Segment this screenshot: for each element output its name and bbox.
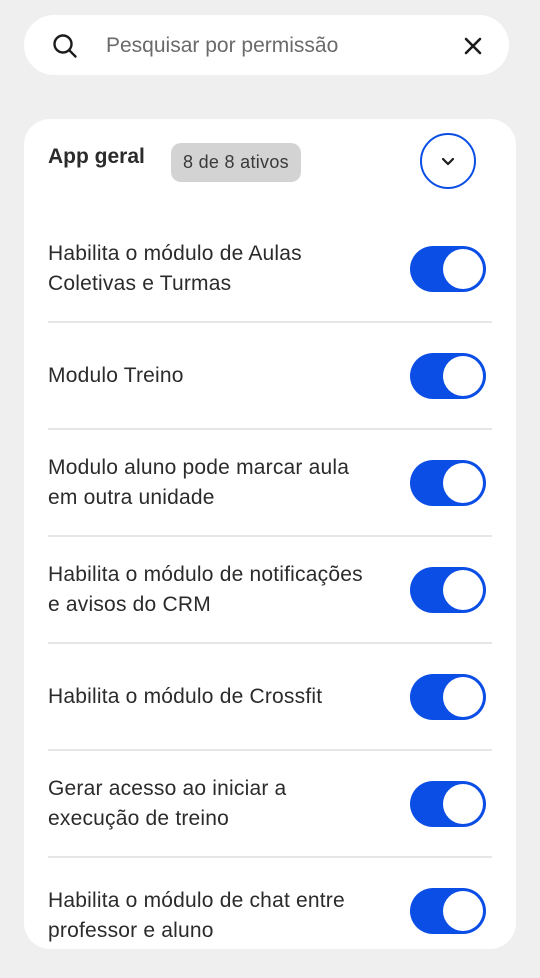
group-title: App geral	[48, 145, 145, 168]
permission-row: Habilita o módulo de Aulas Coletivas e T…	[48, 216, 492, 323]
permission-row: Modulo aluno pode marcar aula em outra u…	[48, 430, 492, 537]
toggle-knob	[443, 569, 483, 610]
permission-label: Habilita o módulo de Crossfit	[48, 684, 323, 708]
permission-row: Habilita o módulo de notificações e avis…	[48, 537, 492, 644]
close-icon[interactable]	[460, 33, 486, 59]
toggle-knob	[443, 891, 483, 931]
permission-label: Modulo Treino	[48, 363, 184, 387]
permission-toggle[interactable]	[410, 888, 486, 934]
toggle-knob	[443, 783, 483, 824]
permission-label: Habilita o módulo de Aulas Coletivas e T…	[48, 241, 302, 295]
search-input[interactable]	[104, 27, 448, 65]
permission-toggle[interactable]	[410, 673, 486, 720]
permission-toggle[interactable]	[410, 352, 486, 399]
toggle-knob	[443, 355, 483, 396]
permission-group-card: App geral 8 de 8 ativos Habilita o módul…	[24, 119, 516, 949]
permission-toggle[interactable]	[410, 780, 486, 827]
permission-toggle[interactable]	[410, 245, 486, 292]
collapse-group-button[interactable]	[420, 133, 476, 189]
permission-label: Gerar acesso ao iniciar a execução de tr…	[48, 776, 287, 830]
permission-row: Habilita o módulo de chat entre professo…	[48, 858, 492, 978]
permission-toggle[interactable]	[410, 566, 486, 613]
permission-group-header: App geral 8 de 8 ativos	[24, 119, 516, 209]
permission-row: Modulo Treino	[48, 323, 492, 430]
search-bar	[24, 15, 509, 75]
toggle-knob	[443, 462, 483, 503]
permission-row: Habilita o módulo de Crossfit	[48, 644, 492, 751]
permission-row: Gerar acesso ao iniciar a execução de tr…	[48, 751, 492, 858]
permission-list: Habilita o módulo de Aulas Coletivas e T…	[48, 216, 492, 978]
permission-toggle[interactable]	[410, 459, 486, 506]
chevron-down-icon	[441, 157, 455, 166]
active-count-badge: 8 de 8 ativos	[171, 143, 301, 182]
search-icon[interactable]	[52, 33, 78, 59]
permission-label: Habilita o módulo de chat entre professo…	[48, 889, 345, 942]
toggle-knob	[443, 248, 483, 289]
permission-label: Modulo aluno pode marcar aula em outra u…	[48, 455, 350, 509]
toggle-knob	[443, 676, 483, 717]
permission-label: Habilita o módulo de notificações e avis…	[48, 562, 363, 616]
